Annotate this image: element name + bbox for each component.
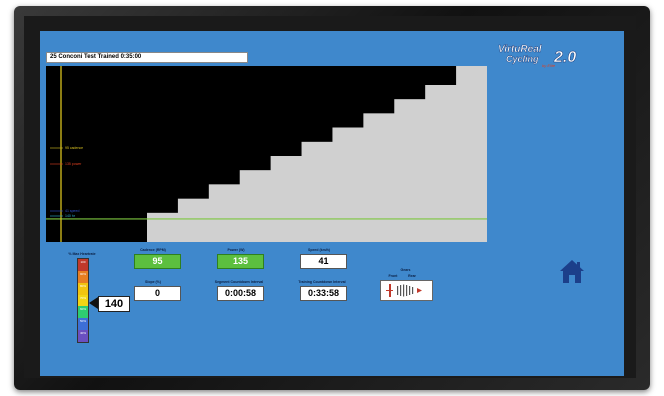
heart-rate-title: % Max Heartrate [68, 252, 96, 256]
logo-line2: Cycling [506, 54, 539, 64]
marker-label-speed: 41 speed [65, 209, 79, 213]
workout-title: 25 Conconi Test Trained 0:35:00 [46, 52, 248, 63]
app-screen: 25 Conconi Test Trained 0:35:00 VirtuRea… [40, 31, 624, 376]
slope-value: 0 [134, 286, 181, 301]
virtureal-cycling-logo: VirtuReal Cycling 2.0 by Elite [498, 44, 577, 68]
home-icon[interactable] [559, 259, 585, 284]
hr-zone-label: 40% [79, 331, 86, 336]
logo-tag: by Elite [542, 63, 556, 68]
gears-front-label: Front [388, 274, 398, 278]
gear-icon [386, 284, 422, 297]
workout-step [363, 113, 395, 242]
hr-zone-label: 90% [79, 271, 86, 276]
chart-right-margin [469, 66, 487, 242]
workout-profile-chart: 95 cadence 135 power 41 speed 140 hr [46, 66, 487, 242]
workout-step [270, 155, 303, 242]
gears-rear-label: Rear [408, 274, 416, 278]
hr-zone-segment: 80% [78, 282, 88, 295]
training-countdown-value: 0:33:58 [300, 286, 347, 301]
hr-zone-segment: 70% [78, 294, 88, 307]
hr-zone-segment: 50% [78, 318, 88, 331]
workout-step [239, 170, 272, 242]
hr-zone-segment: 90% [78, 270, 88, 283]
marker-label-power: 135 power [65, 162, 82, 166]
heart-rate-zone-bar: 100 90% 80% 70% 60% 50% 40% [77, 258, 89, 343]
hr-zone-label: 100 [80, 260, 86, 264]
marker-label-hr: 140 hr [65, 214, 76, 218]
slope-label: Slope (%) [145, 280, 161, 284]
hr-zone-label: 60% [79, 307, 86, 312]
workout-step [208, 184, 241, 242]
workout-profile-svg: 95 cadence 135 power 41 speed140 hr [46, 66, 487, 242]
cadence-value: 95 [134, 254, 181, 269]
heart-rate-pointer-icon [89, 297, 98, 309]
hr-zone-label: 80% [79, 283, 86, 288]
segment-countdown-value: 0:00:58 [217, 286, 264, 301]
segment-countdown-label: Segment Countdown Interval [214, 280, 264, 284]
cadence-label: Cadence (RPM) [140, 248, 166, 252]
gears-title: Gears [400, 268, 411, 272]
logo-version: 2.0 [553, 49, 576, 66]
workout-step [301, 141, 333, 242]
gear-indicator [380, 280, 433, 301]
workout-step [177, 198, 210, 242]
workout-step [394, 99, 426, 242]
hr-zone-label: 70% [79, 295, 86, 300]
hr-zone-segment: 100 [78, 259, 88, 271]
speed-label: Speed (km/h) [308, 248, 330, 252]
hr-zone-segment: 40% [78, 330, 88, 342]
power-label: Power (W) [227, 248, 245, 252]
training-countdown-label: Training Countdown Interval [298, 280, 346, 284]
heart-rate-value: 140 [98, 296, 130, 312]
speed-value: 41 [300, 254, 347, 269]
marker-label-cadence: 95 cadence [65, 146, 83, 150]
hr-zone-segment: 60% [78, 306, 88, 319]
workout-step [147, 212, 179, 242]
power-value: 135 [217, 254, 264, 269]
workout-step [332, 127, 364, 242]
hr-zone-label: 50% [79, 319, 86, 324]
